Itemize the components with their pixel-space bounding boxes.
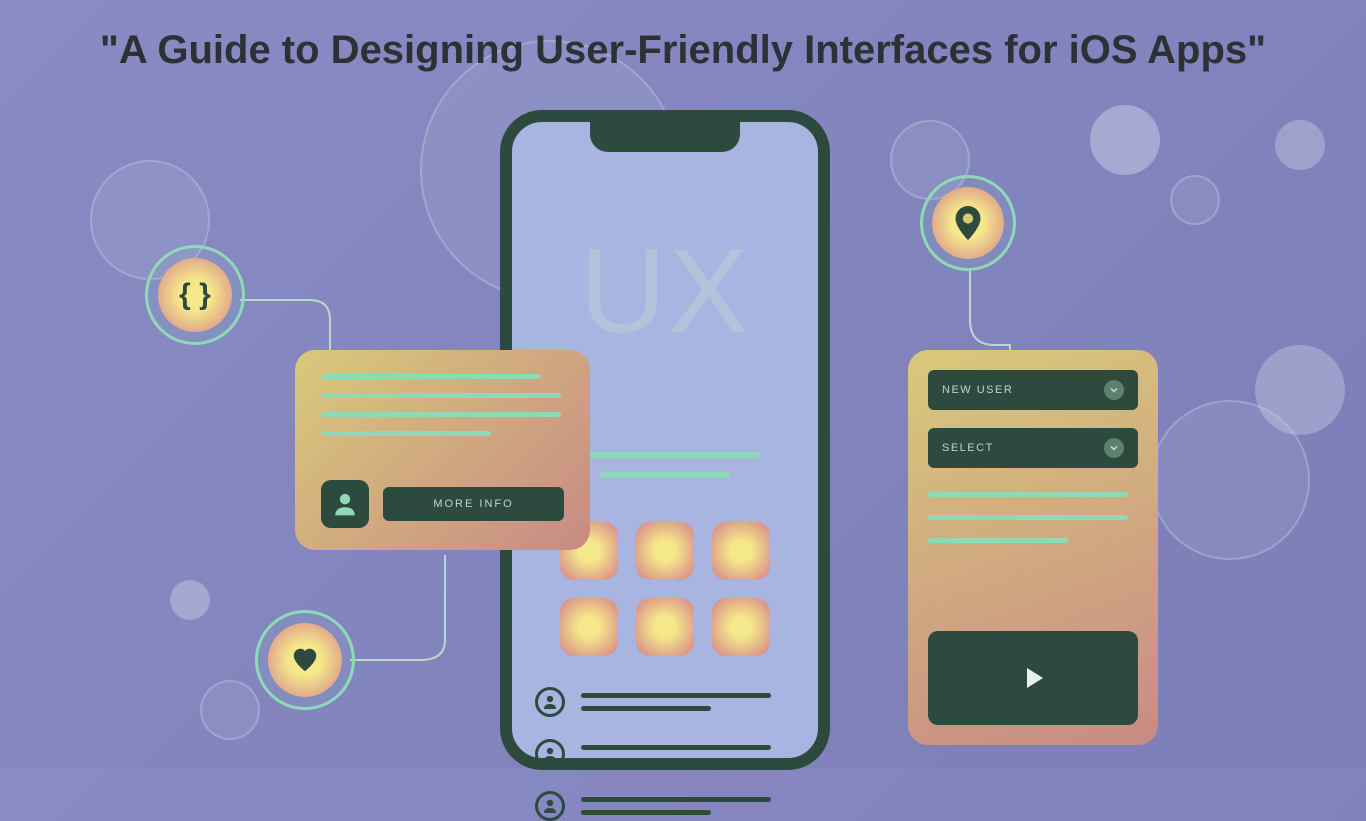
dropdown-label: SELECT — [942, 442, 994, 454]
new-user-dropdown[interactable]: NEW USER — [928, 370, 1138, 410]
app-icon — [712, 598, 770, 656]
app-icon — [636, 522, 694, 580]
list-item — [535, 687, 795, 717]
person-icon — [535, 739, 565, 769]
code-badge: { } — [145, 245, 245, 345]
location-badge — [920, 175, 1016, 271]
panel-text-lines — [928, 492, 1138, 543]
page-title: "A Guide to Designing User-Friendly Inte… — [0, 28, 1366, 73]
ux-hero-text: UX — [580, 222, 751, 360]
chevron-down-icon — [1104, 380, 1124, 400]
text-line — [321, 412, 561, 417]
braces-icon: { } — [158, 258, 232, 332]
app-icon — [712, 522, 770, 580]
person-icon — [535, 687, 565, 717]
dropdown-label: NEW USER — [942, 384, 1013, 396]
person-icon — [535, 791, 565, 821]
play-icon — [1015, 660, 1051, 696]
play-button[interactable] — [928, 631, 1138, 725]
list-item — [535, 739, 795, 769]
phone-notch — [590, 120, 740, 152]
app-icon — [636, 598, 694, 656]
info-card: MORE INFO — [295, 350, 590, 550]
chevron-down-icon — [1104, 438, 1124, 458]
bg-circle — [200, 680, 260, 740]
button-label: MORE INFO — [433, 498, 513, 510]
app-icon-grid — [560, 522, 770, 656]
text-line — [321, 374, 541, 379]
heart-icon — [268, 623, 342, 697]
phone-text-lines — [570, 452, 760, 478]
bg-circle — [1170, 175, 1220, 225]
user-list — [535, 687, 795, 821]
bg-circle — [1255, 345, 1345, 435]
location-pin-icon — [932, 187, 1004, 259]
bg-circle — [1275, 120, 1325, 170]
bg-circle — [170, 580, 210, 620]
more-info-button[interactable]: MORE INFO — [383, 487, 564, 521]
person-icon — [321, 480, 369, 528]
form-panel: NEW USER SELECT — [908, 350, 1158, 745]
heart-badge — [255, 610, 355, 710]
list-item — [535, 791, 795, 821]
bg-circle — [1090, 105, 1160, 175]
select-dropdown[interactable]: SELECT — [928, 428, 1138, 468]
text-line — [321, 393, 561, 398]
text-line — [321, 431, 491, 436]
app-icon — [560, 598, 618, 656]
